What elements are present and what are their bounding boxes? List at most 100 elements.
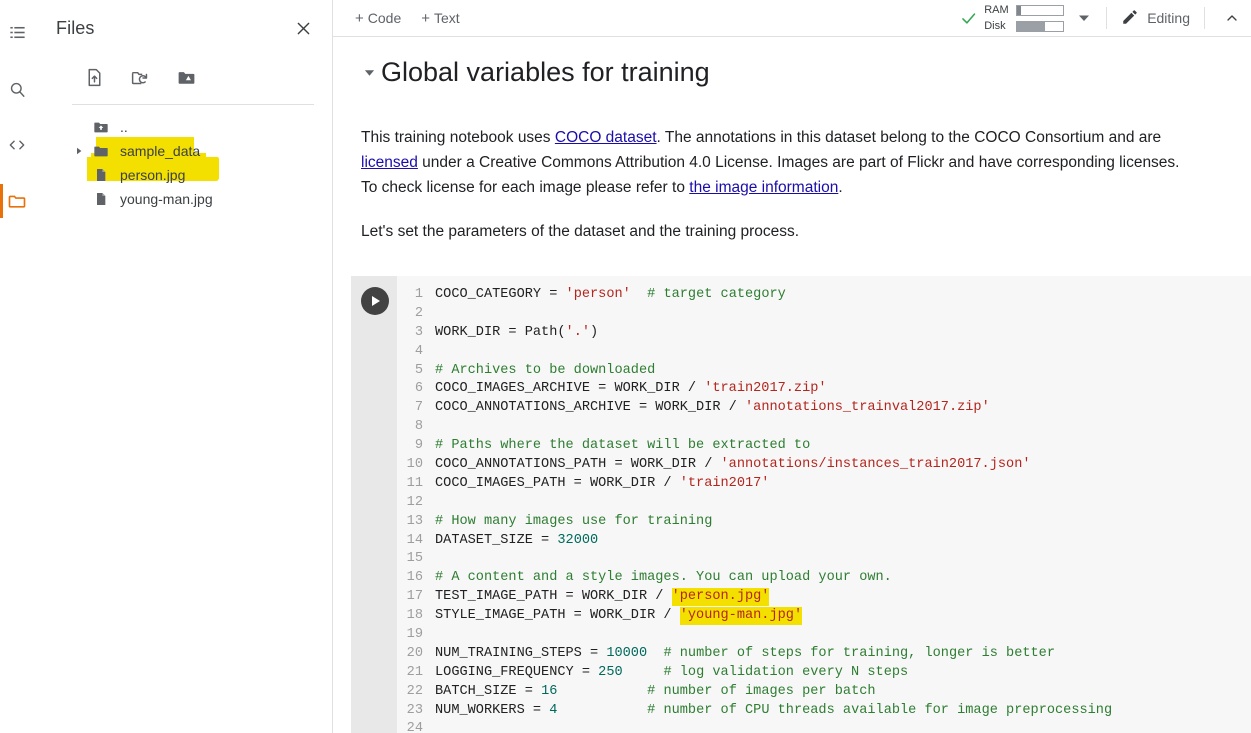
line-number: 18 [406,608,423,624]
line-number: 4 [414,343,423,359]
line-number: 8 [414,419,423,435]
notebook-area: + Code + Text RAM Disk Editing Global va… [333,0,1251,733]
code-line-text: COCO_IMAGES_ARCHIVE = WORK_DIR / 'train2… [435,380,827,399]
line-number: 15 [406,551,423,567]
code-token: TEST_IMAGE_PATH = WORK_DIR / [435,589,672,605]
code-line: 7 COCO_ANNOTATIONS_ARCHIVE = WORK_DIR / '… [397,399,1251,418]
triangle-down-icon[interactable] [361,64,377,80]
line-number: 17 [406,589,423,605]
editing-label: Editing [1147,10,1190,26]
code-token: 'annotations_trainval2017.zip' [745,400,990,416]
file-icon [92,190,110,208]
line-number: 22 [406,683,423,699]
files-folder-icon[interactable] [0,178,34,224]
code-token: 32000 [557,532,599,548]
run-cell-button[interactable] [360,287,389,315]
tree-item-sample-data[interactable]: sample_data [34,139,332,163]
notebook-toolbar: + Code + Text RAM Disk Editing [333,0,1251,37]
line-number: 21 [406,664,423,680]
files-panel-toolbar [34,56,332,98]
code-token: LOGGING_FREQUENCY = [435,664,599,680]
tree-item-person-jpg[interactable]: person.jpg [34,163,332,187]
code-line: 2 [397,305,1251,324]
image-information-link[interactable]: the image information [689,179,838,196]
code-line-text: # Paths where the dataset will be extrac… [435,437,810,456]
code-line: 15 [397,550,1251,569]
code-line: 18 STYLE_IMAGE_PATH = WORK_DIR / 'young-m… [397,607,1251,626]
code-token: # target category [647,287,786,302]
ram-label: RAM [984,4,1009,16]
disk-bar-fill [1017,21,1045,31]
code-editor[interactable]: 1 COCO_CATEGORY = 'person' # target categ… [397,276,1251,733]
disk-label: Disk [984,20,1006,32]
code-line-text: COCO_ANNOTATIONS_ARCHIVE = WORK_DIR / 'a… [435,399,990,418]
code-token: # number of images per batch [647,683,876,699]
refresh-folder-icon[interactable] [128,65,152,89]
files-panel-header: Files [34,0,332,56]
line-number: 12 [406,494,423,510]
code-token: NUM_TRAINING_STEPS = [435,645,607,661]
code-token: BATCH_SIZE = [435,683,542,699]
code-line: 17 TEST_IMAGE_PATH = WORK_DIR / 'person.j… [397,588,1251,607]
code-token: COCO_CATEGORY = [435,287,566,302]
expand-arrow-icon[interactable] [74,146,84,156]
tree-item-young-man-jpg[interactable]: young-man.jpg [34,187,332,211]
code-line: 4 [397,343,1251,362]
coco-dataset-link[interactable]: COCO dataset [555,129,657,146]
code-line: 8 [397,418,1251,437]
page-title: Global variables for training [381,57,710,87]
table-of-contents-icon[interactable] [0,12,34,52]
code-line: 10 COCO_ANNOTATIONS_PATH = WORK_DIR / 'an… [397,456,1251,475]
markdown-cell[interactable]: Global variables for training This train… [333,37,1251,244]
plus-icon: + [355,9,364,27]
code-line-text: TEST_IMAGE_PATH = WORK_DIR / 'person.jpg… [435,588,770,607]
toolbar-divider-2 [1204,7,1205,29]
code-line-text: LOGGING_FREQUENCY = 250 # log validation… [435,664,908,683]
code-token: 'annotations/instances_train2017.json' [720,457,1031,473]
code-line-text: NUM_TRAINING_STEPS = 10000 # number of s… [435,645,1055,664]
add-text-label: Text [434,10,460,26]
code-snippets-icon[interactable] [0,122,34,168]
licensed-link[interactable]: licensed [361,154,418,171]
code-line: 16 # A content and a style images. You ca… [397,569,1251,588]
code-line-text: # A content and a style images. You can … [435,569,892,588]
code-line-text: WORK_DIR = Path('.') [435,324,598,343]
paragraph-text-4: . [838,179,843,196]
code-token: COCO_IMAGES_ARCHIVE = WORK_DIR / [435,381,705,397]
code-line-text: COCO_ANNOTATIONS_PATH = WORK_DIR / 'anno… [435,456,1031,475]
left-icon-rail [0,0,34,733]
code-line-text: COCO_IMAGES_PATH = WORK_DIR / 'train2017… [435,475,769,494]
resource-meters[interactable]: RAM Disk [984,4,1065,33]
code-cell[interactable]: 1 COCO_CATEGORY = 'person' # target categ… [351,276,1251,733]
code-line-text: COCO_CATEGORY = 'person' # target catego… [435,286,786,305]
add-code-cell-button[interactable]: + Code [347,6,409,30]
upload-file-icon[interactable] [82,65,106,89]
code-cell-wrapper: 1 COCO_CATEGORY = 'person' # target categ… [351,276,1251,733]
line-number: 14 [406,532,423,548]
paragraph-text-1: This training notebook uses [361,129,555,146]
code-token: COCO_ANNOTATIONS_ARCHIVE = WORK_DIR / [435,400,745,416]
code-line: 11 COCO_IMAGES_PATH = WORK_DIR / 'train20… [397,475,1251,494]
mount-google-drive-icon[interactable] [174,65,198,89]
code-line-text: BATCH_SIZE = 16 # number of images per b… [435,683,876,702]
code-token: # How many images use for training [435,513,713,529]
line-number: 10 [406,457,423,473]
editing-mode-button[interactable]: Editing [1115,4,1196,33]
tree-item-parent-dir[interactable]: .. [34,115,332,139]
disk-meter-row: Disk [984,20,1065,33]
heading-row: Global variables for training [333,55,1251,89]
chevron-up-icon[interactable] [1217,3,1247,33]
add-code-label: Code [367,10,402,26]
code-token: 'train2017' [679,475,770,491]
notebook-scroll-body: Global variables for training This train… [333,37,1251,733]
close-files-panel-icon[interactable] [286,11,320,45]
search-icon[interactable] [0,66,34,112]
tree-item-label: person.jpg [120,167,186,183]
chevron-down-icon[interactable] [1070,4,1098,32]
paragraph-text-2: . The annotations in this dataset belong… [656,129,1162,146]
add-text-cell-button[interactable]: + Text [413,6,467,30]
code-token: STYLE_IMAGE_PATH = WORK_DIR / [435,608,680,624]
line-number: 7 [414,400,423,416]
